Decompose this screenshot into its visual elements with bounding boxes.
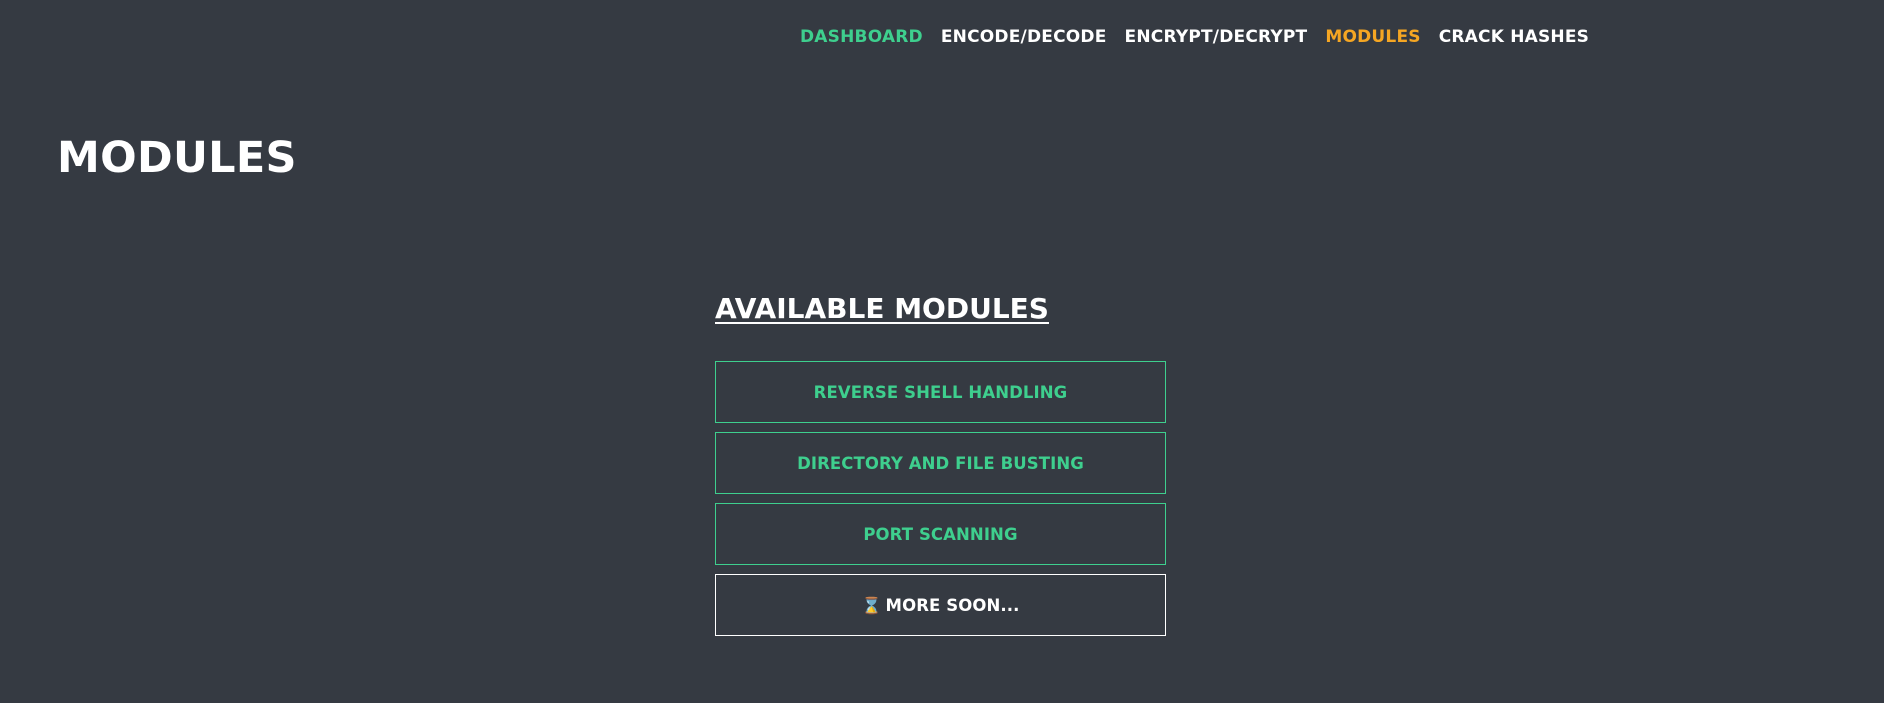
port-scanning-button[interactable]: PORT SCANNING — [715, 503, 1166, 565]
page-title: MODULES — [57, 133, 297, 183]
module-label: REVERSE SHELL HANDLING — [813, 382, 1068, 402]
nav-crack-hashes[interactable]: CRACK HASHES — [1439, 27, 1589, 47]
nav-dashboard[interactable]: DASHBOARD — [800, 27, 923, 47]
nav-encrypt-decrypt[interactable]: ENCRYPT/DECRYPT — [1125, 27, 1308, 47]
hourglass-icon: ⌛ — [861, 595, 882, 615]
available-modules-section: AVAILABLE MODULES REVERSE SHELL HANDLING… — [715, 292, 1166, 636]
page: DASHBOARD ENCODE/DECODE ENCRYPT/DECRYPT … — [0, 0, 1884, 703]
more-soon-label: MORE SOON... — [885, 595, 1020, 615]
module-label: DIRECTORY AND FILE BUSTING — [797, 453, 1084, 473]
module-label: PORT SCANNING — [863, 524, 1018, 544]
nav-encode-decode[interactable]: ENCODE/DECODE — [941, 27, 1107, 47]
top-nav: DASHBOARD ENCODE/DECODE ENCRYPT/DECRYPT … — [800, 27, 1607, 47]
section-title: AVAILABLE MODULES — [715, 292, 1049, 325]
nav-modules[interactable]: MODULES — [1325, 27, 1420, 47]
dir-busting-button[interactable]: DIRECTORY AND FILE BUSTING — [715, 432, 1166, 494]
module-list: REVERSE SHELL HANDLING DIRECTORY AND FIL… — [715, 361, 1166, 636]
reverse-shell-button[interactable]: REVERSE SHELL HANDLING — [715, 361, 1166, 423]
more-soon-button[interactable]: ⌛ MORE SOON... — [715, 574, 1166, 636]
